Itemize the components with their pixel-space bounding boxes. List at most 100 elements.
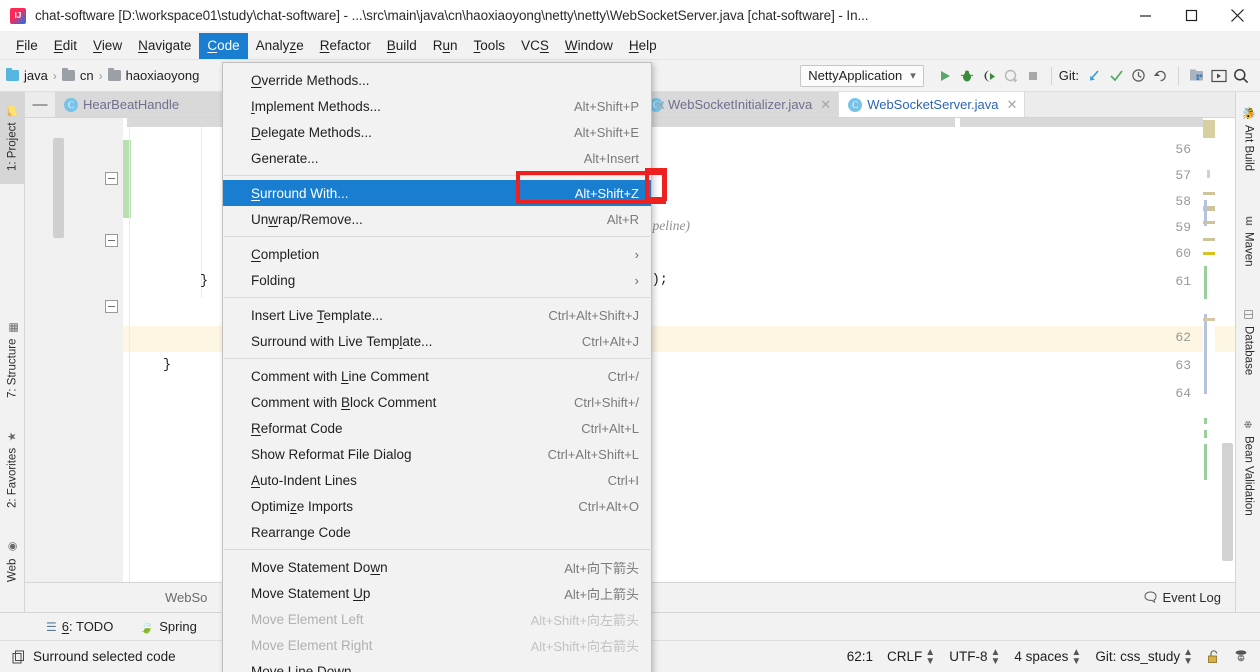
sidebar-item-project-label: 1: Project [6, 122, 19, 172]
project-structure-button[interactable] [1186, 65, 1208, 87]
menu-item-surround-with[interactable]: Surround With... Alt+Shift+Z [223, 180, 651, 206]
line-separator-label: CRLF [887, 649, 923, 664]
menu-item-completion[interactable]: Completion › [223, 241, 651, 267]
menu-item-reformat-code[interactable]: Reformat Code Ctrl+Alt+L [223, 415, 651, 441]
menu-item-show-reformat-file-dialog[interactable]: Show Reformat File Dialog Ctrl+Alt+Shift… [223, 441, 651, 467]
code-menu-dropdown[interactable]: Override Methods... Implement Methods...… [222, 62, 652, 672]
menu-item-delegate-methods[interactable]: Delegate Methods... Alt+Shift+E [223, 119, 651, 145]
menu-item-rearrange-code[interactable]: Rearrange Code [223, 519, 651, 545]
menu-item-show-reformat-file-dialog-label: Show Reformat File Dialog [251, 446, 412, 462]
menu-item-override-methods[interactable]: Override Methods... [223, 67, 651, 93]
line-number: 57 [1175, 168, 1191, 183]
editor-gutter[interactable] [25, 118, 123, 582]
line-number-caret: 62 [1175, 330, 1191, 345]
tab-hearbeathandle[interactable]: C HearBeatHandle [55, 92, 225, 117]
git-branch-selector[interactable]: Git: css_study ▲ ▼ [1095, 647, 1193, 666]
unlocked-padlock-icon[interactable] [1207, 649, 1220, 664]
menu-item-optimize-imports[interactable]: Optimize Imports Ctrl+Alt+O [223, 493, 651, 519]
marker-warning-strong [1203, 252, 1215, 255]
menu-run[interactable]: Run [425, 33, 466, 59]
indent-selector[interactable]: 4 spaces ▲ ▼ [1014, 647, 1081, 666]
sidebar-item-bean-validation[interactable]: ❄ Bean Validation [1236, 402, 1260, 532]
hide-tabs-button[interactable]: — [25, 92, 55, 117]
hector-inspector-icon[interactable] [1234, 649, 1248, 664]
sidebar-item-maven[interactable]: m Maven [1236, 200, 1260, 282]
menu-item-generate[interactable]: Generate... Alt+Insert [223, 145, 651, 171]
menu-item-generate-label: Generate... [251, 150, 319, 166]
menu-item-move-line-down[interactable]: Move Line Down [223, 658, 651, 672]
code-fold-marker-2[interactable] [105, 234, 118, 247]
encoding-selector[interactable]: UTF-8 ▲ ▼ [949, 647, 1000, 666]
menu-item-comment-with-block-comment[interactable]: Comment with Block Comment Ctrl+Shift+/ [223, 389, 651, 415]
tab-websocketserver-label: WebSocketServer.java [867, 97, 999, 112]
code-fold-marker[interactable] [105, 172, 118, 185]
menu-item-surround-with-live-template[interactable]: Surround with Live Template... Ctrl+Alt+… [223, 328, 651, 354]
menu-analyze[interactable]: Analyze [248, 33, 312, 59]
menu-item-folding[interactable]: Folding › [223, 267, 651, 293]
editor-scrollbar-vertical[interactable] [1222, 443, 1233, 561]
tool-window-spring[interactable]: 🍃 Spring [139, 619, 197, 634]
commit-button[interactable] [1105, 65, 1127, 87]
status-right-area: 62:1 CRLF ▲ ▼ UTF-8 ▲ ▼ 4 spaces ▲ ▼ Git: c… [847, 647, 1248, 666]
menu-item-move-statement-up[interactable]: Move Statement Up Alt+向上箭头 [223, 580, 651, 606]
breadcrumb-item-haoxiaoyong[interactable]: haoxiaoyong [126, 68, 200, 83]
breadcrumb-item-cn[interactable]: cn [80, 68, 94, 83]
menu-navigate[interactable]: Navigate [130, 33, 199, 59]
terminal-button[interactable] [1208, 65, 1230, 87]
menu-code[interactable]: Code [199, 32, 248, 59]
update-project-button[interactable] [1083, 65, 1105, 87]
sidebar-item-web[interactable]: Web ◉ [0, 526, 25, 596]
tab-websocketinitializer[interactable]: C WebSocketInitializer.java ✕ [640, 92, 840, 117]
menu-vcs[interactable]: VCS [513, 33, 557, 59]
tab-websocketserver[interactable]: C WebSocketServer.java ✕ [839, 92, 1026, 117]
breadcrumb-item-java[interactable]: java [24, 68, 48, 83]
menu-item-auto-indent-lines[interactable]: Auto-Indent Lines Ctrl+I [223, 467, 651, 493]
debug-button[interactable] [956, 65, 978, 87]
marker-warning-4 [1203, 221, 1215, 224]
close-icon-2[interactable]: ✕ [1006, 97, 1017, 113]
menu-window[interactable]: Window [557, 33, 621, 59]
stop-button[interactable] [1022, 65, 1044, 87]
event-log-button[interactable]: Event Log [1144, 590, 1221, 605]
bean-validation-icon: ❄ [1243, 420, 1255, 430]
rollback-button[interactable] [1149, 65, 1171, 87]
sidebar-item-favorites[interactable]: 2: Favorites ★ [0, 414, 25, 524]
maximize-button[interactable] [1168, 0, 1214, 32]
history-button[interactable] [1127, 65, 1149, 87]
sidebar-item-project[interactable]: 1: Project 📁 [0, 92, 25, 184]
profile-button[interactable] [1000, 65, 1022, 87]
close-icon-clipped-tab[interactable]: ✕ [655, 98, 666, 114]
menu-item-implement-methods[interactable]: Implement Methods... Alt+Shift+P [223, 93, 651, 119]
code-fold-marker-3[interactable] [105, 300, 118, 313]
menu-item-unwrap-remove[interactable]: Unwrap/Remove... Alt+R [223, 206, 651, 232]
run-button[interactable] [934, 65, 956, 87]
editor-scrollbar-left[interactable] [53, 138, 64, 238]
editor-marker-bar[interactable] [1203, 118, 1215, 582]
minimize-button[interactable] [1122, 0, 1168, 32]
run-configuration-selector[interactable]: NettyApplication ▾ [800, 64, 924, 87]
menu-item-rearrange-code-label: Rearrange Code [251, 524, 351, 540]
menu-file[interactable]: File [8, 33, 46, 59]
menu-edit[interactable]: Edit [46, 33, 85, 59]
menu-item-move-statement-down[interactable]: Move Statement Down Alt+向下箭头 [223, 554, 651, 580]
code-text-brace-63: } [163, 358, 172, 373]
menu-item-comment-with-line-comment[interactable]: Comment with Line Comment Ctrl+/ [223, 363, 651, 389]
menu-tools[interactable]: Tools [466, 33, 514, 59]
close-icon[interactable]: ✕ [820, 97, 831, 113]
tool-window-todo[interactable]: ☰ 6: TODO [46, 619, 113, 634]
menu-item-insert-live-template[interactable]: Insert Live Template... Ctrl+Alt+Shift+J [223, 302, 651, 328]
sidebar-item-ant-build[interactable]: 🐝 Ant Build [1236, 94, 1260, 184]
line-separator-selector[interactable]: CRLF ▲ ▼ [887, 647, 935, 666]
menu-view[interactable]: View [85, 33, 130, 59]
close-button[interactable] [1214, 0, 1260, 32]
caret-position[interactable]: 62:1 [847, 649, 873, 664]
menu-refactor[interactable]: Refactor [312, 33, 379, 59]
menu-bar: File Edit View Navigate Code Analyze Ref… [0, 32, 1260, 60]
tool-window-todo-mnemonic: 6 [61, 619, 69, 634]
menu-build[interactable]: Build [379, 33, 425, 59]
run-with-coverage-button[interactable] [978, 65, 1000, 87]
search-everywhere-button[interactable] [1230, 65, 1252, 87]
menu-help[interactable]: Help [621, 33, 665, 59]
sidebar-item-database[interactable]: ◫ Database [1236, 292, 1260, 392]
sidebar-item-structure[interactable]: 7: Structure ▦ [0, 307, 25, 412]
